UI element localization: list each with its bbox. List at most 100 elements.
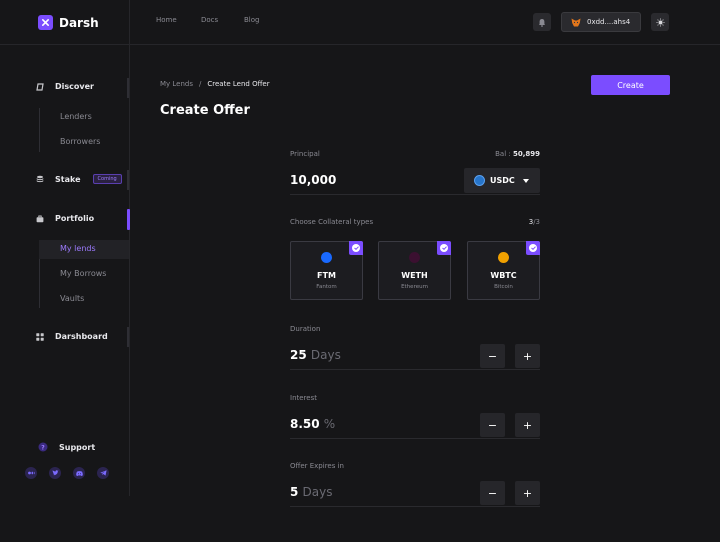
interest-input[interactable]: 8.50 %: [290, 417, 335, 431]
metamask-fox-icon: [571, 18, 581, 26]
check-icon: [526, 241, 540, 255]
duration-underline: [290, 369, 540, 370]
logo-icon: [38, 15, 53, 30]
collateral-label: Choose Collateral types: [290, 218, 374, 226]
social-links: [25, 467, 109, 479]
check-icon: [349, 241, 363, 255]
sidebar-item-discover[interactable]: Discover: [36, 82, 94, 91]
grid-icon: [36, 332, 44, 341]
sidebar-item-borrowers[interactable]: Borrowers: [60, 137, 100, 146]
interest-unit: %: [323, 417, 336, 431]
telegram-icon[interactable]: [97, 467, 109, 479]
breadcrumb-current: Create Lend Offer: [207, 80, 270, 88]
expires-input[interactable]: 5 Days: [290, 485, 333, 499]
wallet-button[interactable]: 0xdd....ahs4: [561, 12, 641, 32]
principal-input[interactable]: 10,000: [290, 173, 336, 187]
duration-input[interactable]: 25 Days: [290, 348, 341, 362]
balance-display: Bal : 50,899: [460, 150, 540, 158]
interest-increment-button[interactable]: +: [515, 413, 540, 437]
expires-label: Offer Expires in: [290, 462, 344, 470]
bitcoin-coin-icon: [498, 252, 509, 263]
breadcrumb-parent[interactable]: My Lends: [160, 80, 193, 88]
sidebar-indicator-stake: [127, 170, 129, 190]
collateral-symbol: WBTC: [490, 271, 517, 280]
sidebar-label-portfolio: Portfolio: [55, 214, 95, 223]
collateral-total-count: /3: [533, 218, 540, 226]
balance-label: Bal :: [495, 150, 511, 158]
sidebar-item-my-lends[interactable]: My lends: [60, 244, 96, 253]
sidebar-item-lenders[interactable]: Lenders: [60, 112, 92, 121]
svg-text:?: ?: [41, 444, 45, 451]
sidebar-active-indicator: [127, 209, 130, 230]
sidebar-label-discover: Discover: [55, 82, 94, 91]
sidebar-label-dashboard: Darshboard: [55, 332, 108, 341]
coming-soon-badge: Coming: [92, 174, 122, 184]
interest-decrement-button[interactable]: −: [480, 413, 505, 437]
create-button[interactable]: Create: [591, 75, 670, 95]
expires-unit: Days: [302, 485, 333, 499]
breadcrumb-separator: /: [199, 80, 202, 88]
duration-unit: Days: [310, 348, 341, 362]
collateral-card-wbtc[interactable]: WBTC Bitcoin: [467, 241, 540, 300]
token-select[interactable]: USDC: [464, 168, 540, 193]
collateral-symbol: FTM: [317, 271, 336, 280]
sidebar-item-stake[interactable]: Stake Coming: [36, 174, 122, 184]
duration-increment-button[interactable]: +: [515, 344, 540, 368]
expires-value: 5: [290, 485, 299, 499]
balance-value: 50,899: [512, 150, 540, 158]
coins-icon: [36, 175, 44, 183]
sidebar-item-portfolio[interactable]: Portfolio: [36, 214, 94, 223]
bell-icon: [539, 18, 545, 27]
expires-decrement-button[interactable]: −: [480, 481, 505, 505]
help-icon: ?: [38, 442, 48, 452]
compass-icon: [36, 82, 44, 91]
discord-icon[interactable]: [73, 467, 85, 479]
principal-underline: [290, 194, 540, 195]
wallet-address: 0xdd....ahs4: [587, 18, 631, 26]
nav-docs[interactable]: Docs: [201, 16, 244, 24]
page-title: Create Offer: [160, 103, 250, 118]
collateral-name: Fantom: [316, 284, 337, 290]
sun-icon: [655, 17, 665, 27]
sidebar-label-stake: Stake: [55, 174, 81, 184]
interest-value: 8.50: [290, 417, 320, 431]
token-symbol: USDC: [490, 176, 515, 185]
principal-label: Principal: [290, 150, 320, 158]
expires-increment-button[interactable]: +: [515, 481, 540, 505]
caret-down-icon: [522, 178, 529, 183]
theme-toggle-button[interactable]: [651, 13, 669, 31]
duration-value: 25: [290, 348, 307, 362]
collateral-name: Ethereum: [401, 284, 428, 290]
top-nav: Home Docs Blog: [156, 16, 259, 24]
sidebar-item-my-borrows[interactable]: My Borrows: [60, 269, 106, 278]
sidebar-divider: [129, 0, 130, 496]
nav-home[interactable]: Home: [156, 16, 201, 24]
sidebar-label-support: Support: [59, 442, 96, 452]
collateral-count: 3/3: [500, 218, 540, 226]
check-icon: [437, 241, 451, 255]
collateral-name: Bitcoin: [494, 284, 513, 290]
collateral-symbol: WETH: [401, 271, 428, 280]
sidebar-indicator-dashboard: [127, 327, 129, 347]
sidebar-item-vaults[interactable]: Vaults: [60, 294, 84, 303]
twitter-icon[interactable]: [49, 467, 61, 479]
interest-label: Interest: [290, 394, 317, 402]
collateral-card-weth[interactable]: WETH Ethereum: [378, 241, 451, 300]
interest-underline: [290, 438, 540, 439]
fantom-coin-icon: [321, 252, 332, 263]
sidebar-item-support[interactable]: ? Support: [38, 442, 95, 452]
sidebar-indicator-discover: [127, 78, 129, 98]
medium-icon[interactable]: [25, 467, 37, 479]
notification-button[interactable]: [533, 13, 551, 31]
expires-underline: [290, 506, 540, 507]
sidebar-item-dashboard[interactable]: Darshboard: [36, 332, 108, 341]
breadcrumb: My Lends / Create Lend Offer: [160, 80, 270, 88]
brand-logo[interactable]: Darsh: [38, 15, 99, 30]
ethereum-coin-icon: [409, 252, 420, 263]
collateral-card-ftm[interactable]: FTM Fantom: [290, 241, 363, 300]
duration-label: Duration: [290, 325, 321, 333]
sidebar-subtree-line: [39, 108, 40, 152]
nav-blog[interactable]: Blog: [244, 16, 259, 24]
brand-name: Darsh: [59, 15, 99, 30]
duration-decrement-button[interactable]: −: [480, 344, 505, 368]
